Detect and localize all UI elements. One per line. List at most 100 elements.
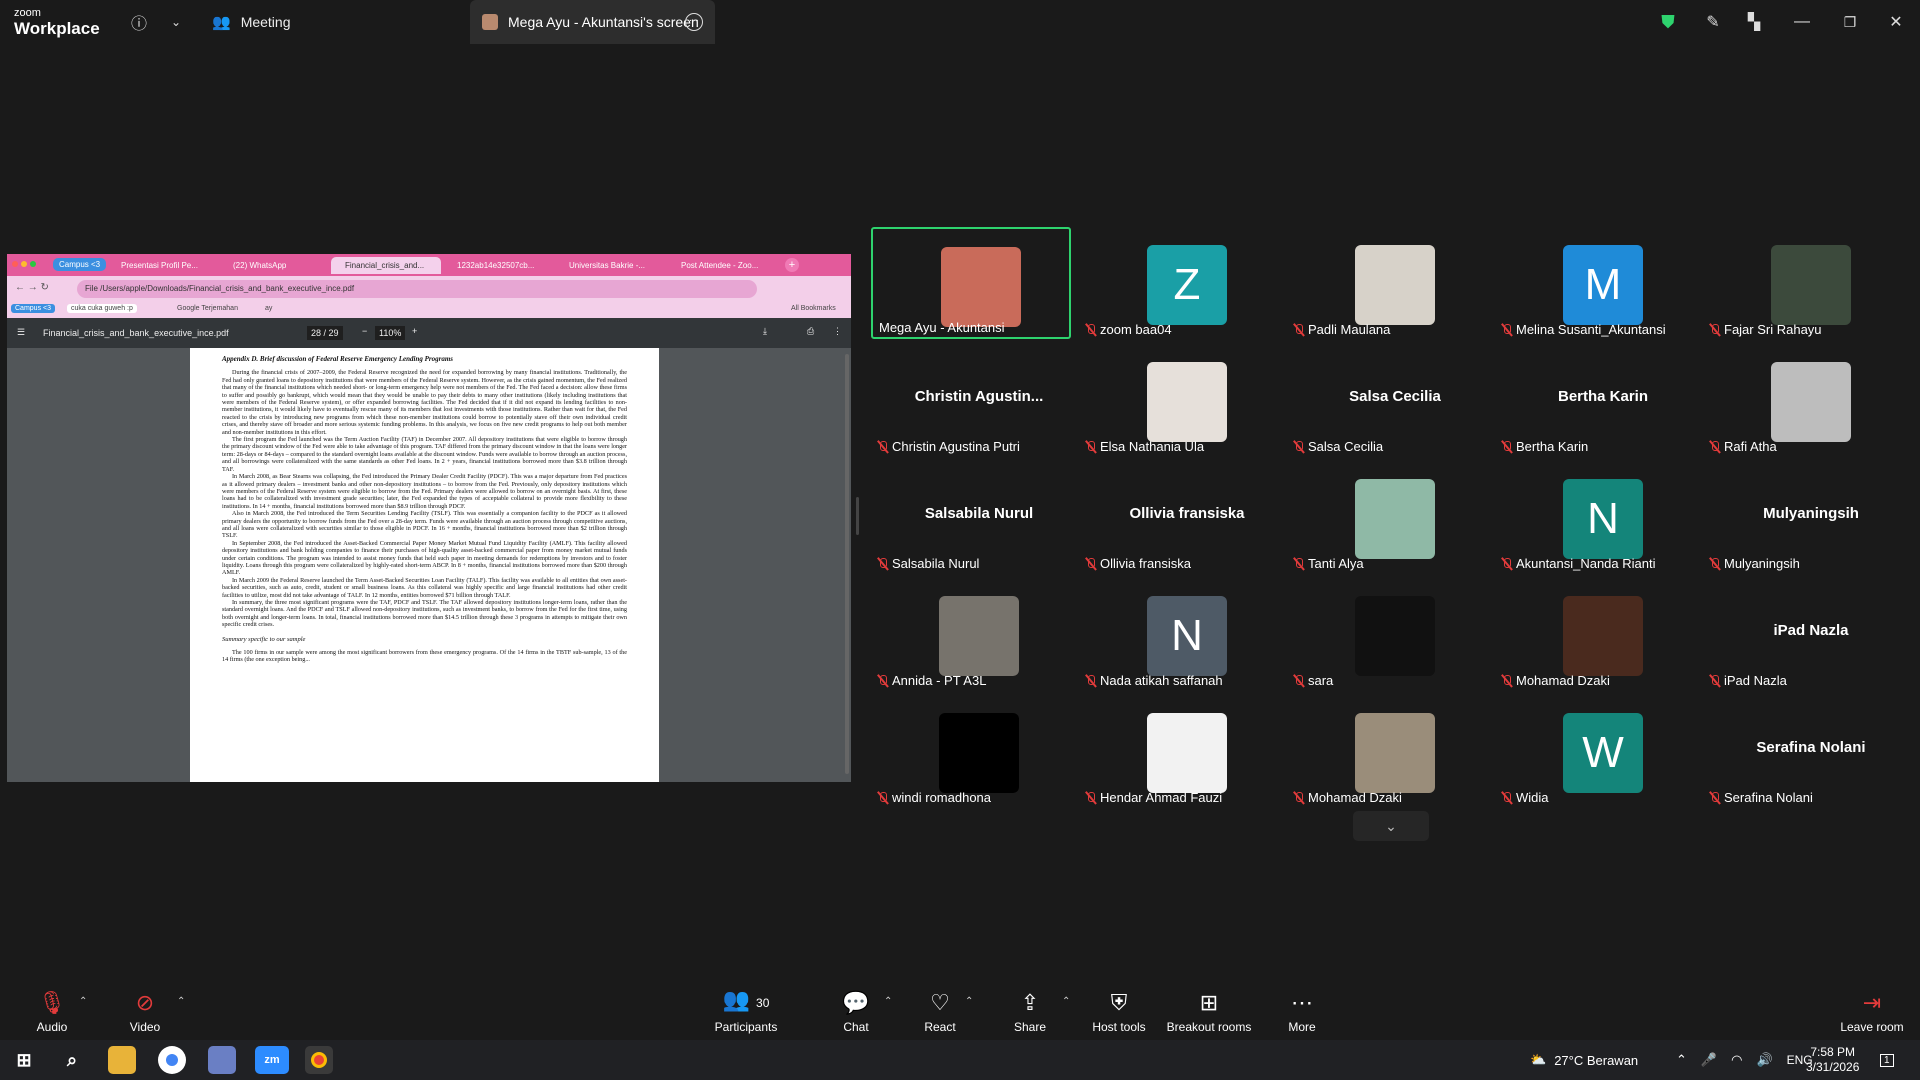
participant-tile[interactable]: N Akuntansi_Nanda Rianti [1495,461,1695,573]
resize-handle[interactable] [856,497,859,535]
file-explorer-icon[interactable] [108,1046,136,1074]
participant-tile[interactable]: Mohamad Dzaki [1287,695,1487,807]
participant-tile[interactable]: Padli Maulana [1287,227,1487,339]
new-tab-icon[interactable]: + [785,258,799,272]
participant-tile[interactable]: Bertha Karin Bertha Karin [1495,344,1695,456]
participant-tile[interactable]: Mulyaningsih Mulyaningsih [1703,461,1903,573]
participant-tile[interactable]: N Nada atikah saffanah [1079,578,1279,690]
chat-button[interactable]: 💬 Chat [836,980,876,1040]
participant-tile[interactable]: Tanti Alya [1287,461,1487,573]
share-options-caret[interactable]: ⌃ [1062,996,1070,1007]
mic-muted-icon [1709,674,1721,688]
download-icon[interactable]: ⤓ [763,326,767,337]
participants-button[interactable]: 👥 30 Participants [711,980,781,1040]
participant-label: zoom baa04 [1085,322,1172,337]
share-button[interactable]: ⇪ Share [1010,980,1050,1040]
react-options-caret[interactable]: ⌃ [965,996,973,1007]
restore-icon[interactable]: ❐ [1838,10,1862,34]
zoom-out-icon[interactable]: − [362,326,367,336]
date: 3/31/2026 [1806,1060,1860,1074]
shared-screen-tab[interactable]: Mega Ayu - Akuntansi's screen ··· [470,0,715,44]
page-number[interactable]: 28 / 29 [307,326,343,340]
video-button[interactable]: ⊘ Video [122,980,168,1040]
participant-tile[interactable]: iPad Nazla iPad Nazla [1703,578,1903,690]
participant-tile[interactable]: Annida - PT A3L [871,578,1071,690]
participant-tile[interactable]: Fajar Sri Rahayu [1703,227,1903,339]
app-icon[interactable] [208,1046,236,1074]
pdf-scrollbar[interactable] [845,354,849,774]
participant-tile[interactable]: Christin Agustin... Christin Agustina Put… [871,344,1071,456]
participant-tile[interactable]: Zzoom baa04 [1079,227,1279,339]
audio-button[interactable]: 🎙 Audio [30,980,74,1040]
chat-icon: 💬 [842,990,870,1015]
shared-screen[interactable]: Campus <3 Presentasi Profil Pe... (22) W… [7,254,851,782]
info-icon[interactable]: ⓘ [127,10,151,34]
more-vert-icon[interactable]: ⋮ [833,326,842,337]
more-button[interactable]: ⋯ More [1284,980,1320,1040]
participant-tile[interactable]: Rafi Atha [1703,344,1903,456]
chrome-icon[interactable] [158,1046,186,1074]
participant-tile[interactable]: sara [1287,578,1487,690]
mic-muted-icon [877,440,889,454]
nav-arrows-icon[interactable]: ← → ↻ [15,282,49,293]
leave-room-button[interactable]: ⇥ Leave room [1838,980,1906,1040]
breakout-rooms-button[interactable]: ⊞ Breakout rooms [1165,980,1253,1040]
participant-tile[interactable]: Salsa Cecilia Salsa Cecilia [1287,344,1487,456]
participant-tile[interactable]: M Melina Susanti_Akuntansi [1495,227,1695,339]
participant-tile[interactable]: Salsabila Nurul Salsabila Nurul [871,461,1071,573]
meeting-tab[interactable]: 👥 Meeting [212,0,291,44]
video-options-caret[interactable]: ⌃ [177,996,185,1007]
bookmark-item[interactable]: Google Terjemahan [177,305,238,312]
browser-tab-active[interactable]: Financial_crisis_and... [331,257,441,274]
annotate-pencil-icon[interactable]: ✎ [1701,10,1725,34]
bookmark-item[interactable]: Campus <3 [11,304,55,313]
chrome-active-icon[interactable] [305,1046,333,1074]
participants-count: 30 [756,996,770,1010]
clock[interactable]: 7:58 PM 3/31/2026 [1806,1040,1859,1080]
search-icon[interactable]: ⌕ [58,1046,86,1074]
participant-tile[interactable]: W Widia [1495,695,1695,807]
chat-options-caret[interactable]: ⌃ [884,996,892,1007]
browser-tab[interactable]: (22) WhatsApp [219,257,329,274]
browser-tab[interactable]: Post Attendee - Zoo... [667,257,777,274]
gallery-next-page-button[interactable]: ⌄ [1353,811,1429,841]
menu-icon[interactable]: ☰ [17,327,25,338]
minimize-icon[interactable]: — [1790,10,1814,34]
address-bar[interactable]: File /Users/apple/Downloads/Financial_cr… [77,280,757,298]
zoom-level[interactable]: 110% [375,326,406,340]
participant-tile[interactable]: windi romadhona [871,695,1071,807]
zoom-in-icon[interactable]: + [412,326,417,336]
notifications-icon[interactable]: 1 [1880,1040,1894,1080]
react-button[interactable]: ♡ React [920,980,960,1040]
mic-icon[interactable]: 🎤 [1701,1052,1717,1068]
browser-tab[interactable]: Universitas Bakrie -... [555,257,665,274]
chevron-down-icon[interactable]: ⌄ [164,10,188,34]
all-bookmarks[interactable]: All Bookmarks [791,305,836,312]
bookmark-item[interactable]: cuka cuka guweh :p [67,304,137,313]
browser-tab[interactable]: Presentasi Profil Pe... [107,257,217,274]
windows-start-icon[interactable]: ⊞ [10,1046,38,1074]
shield-icon[interactable]: ⛊ [1656,10,1680,34]
bookmark-item[interactable]: ay [265,305,272,312]
participant-tile[interactable]: Mohamad Dzaki [1495,578,1695,690]
audio-options-caret[interactable]: ⌃ [79,996,87,1007]
view-layout-icon[interactable]: ▚ [1742,10,1766,34]
tray-chevron-icon[interactable]: ⌃ [1676,1052,1687,1068]
print-icon[interactable]: ⎙ [807,326,814,337]
volume-icon[interactable]: 🔊 [1756,1052,1772,1068]
weather-widget[interactable]: ⛅ 27°C Berawan [1530,1040,1638,1080]
browser-tab[interactable]: Campus <3 [53,258,107,271]
zoom-taskbar-icon[interactable]: zm [255,1046,289,1074]
participant-display-name: Mulyaningsih [1763,505,1859,522]
more-options-icon[interactable]: ··· [685,13,703,31]
host-tools-button[interactable]: ⛨ Host tools [1090,980,1148,1040]
participant-tile[interactable]: Elsa Nathania Ula [1079,344,1279,456]
close-icon[interactable]: ✕ [1884,10,1908,34]
wifi-icon[interactable]: ◠ [1731,1052,1742,1068]
browser-tab[interactable]: 1232ab14e32507cb... [443,257,553,274]
participant-tile[interactable]: Ollivia fransiska Ollivia fransiska [1079,461,1279,573]
participant-tile[interactable]: Mega Ayu - Akuntansi [871,227,1071,339]
pdf-viewer[interactable]: Appendix D. Brief discussion of Federal … [7,348,851,782]
participant-tile[interactable]: Serafina Nolani Serafina Nolani [1703,695,1903,807]
participant-tile[interactable]: Hendar Ahmad Fauzi [1079,695,1279,807]
